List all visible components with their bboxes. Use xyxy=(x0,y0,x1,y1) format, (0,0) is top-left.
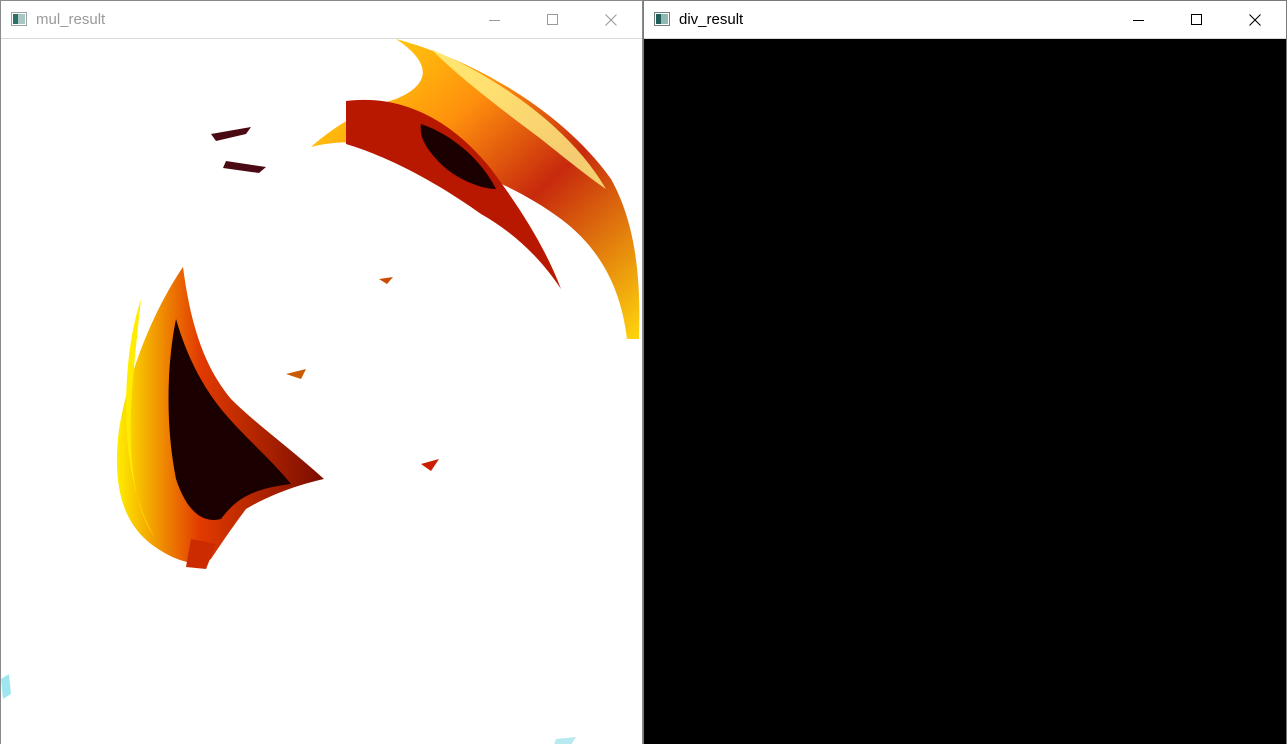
app-window-icon xyxy=(11,12,27,26)
maximize-button[interactable] xyxy=(524,1,582,39)
mul-result-image xyxy=(1,39,642,744)
div-result-title: div_result xyxy=(679,11,744,28)
minimize-button[interactable] xyxy=(1110,1,1168,39)
minimize-icon xyxy=(1133,20,1144,21)
close-icon xyxy=(605,14,617,26)
maximize-icon xyxy=(1191,14,1202,25)
mul-result-title: mul_result xyxy=(36,11,106,28)
maximize-icon xyxy=(547,14,558,25)
mul-result-titlebar[interactable]: mul_result xyxy=(1,1,642,39)
maximize-button[interactable] xyxy=(1168,1,1226,39)
close-icon xyxy=(1249,14,1261,26)
app-window-icon xyxy=(654,12,670,26)
div-result-titlebar[interactable]: div_result xyxy=(644,1,1286,39)
close-button[interactable] xyxy=(582,1,640,39)
minimize-icon xyxy=(489,20,500,21)
hair-silhouette-image xyxy=(1,39,640,744)
div-result-image xyxy=(644,39,1286,744)
div-result-window[interactable]: div_result xyxy=(643,0,1287,744)
close-button[interactable] xyxy=(1226,1,1284,39)
mul-result-window[interactable]: mul_result xyxy=(0,0,643,744)
minimize-button[interactable] xyxy=(466,1,524,39)
